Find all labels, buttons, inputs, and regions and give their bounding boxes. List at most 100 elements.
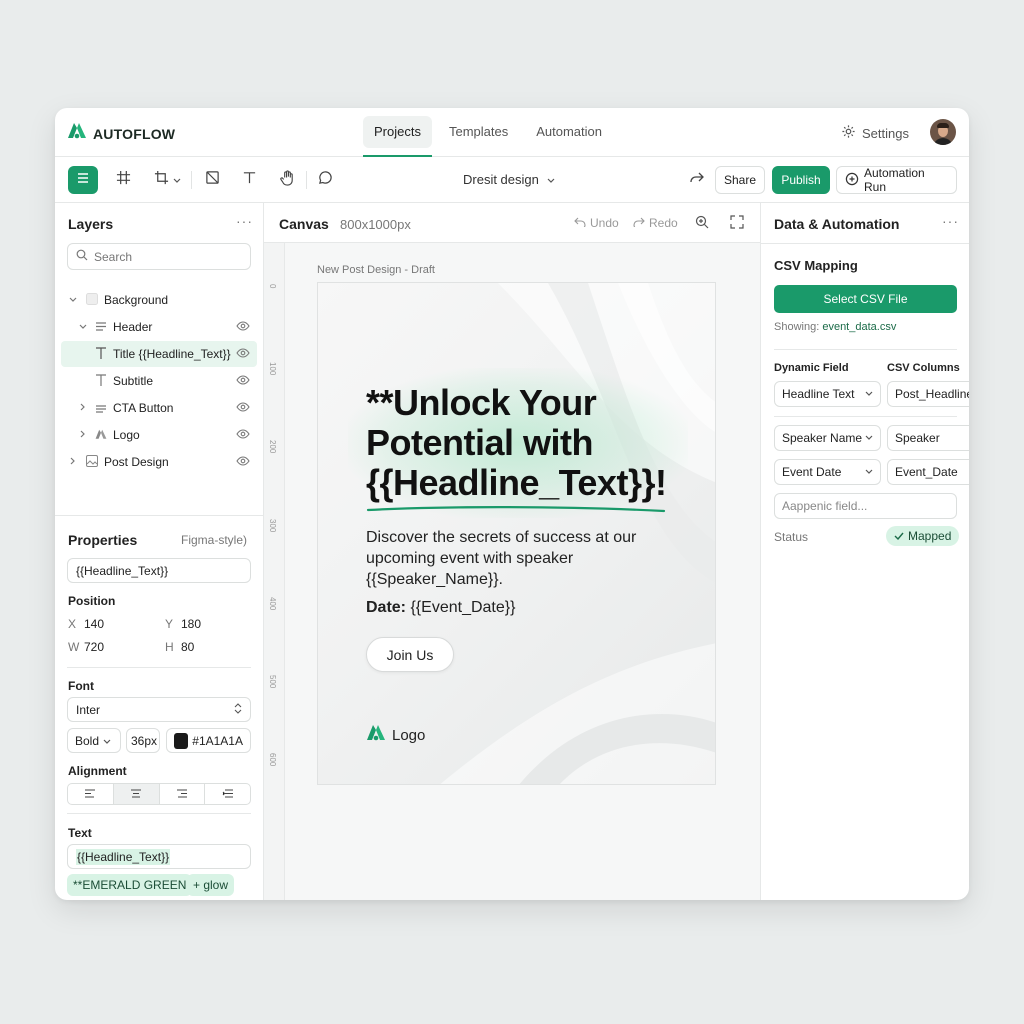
fit-screen-button[interactable]	[730, 215, 744, 232]
layers-more-icon[interactable]: ···	[236, 213, 253, 229]
brand[interactable]: AUTOFLOW	[67, 122, 175, 145]
effect-chip[interactable]: + glow	[187, 874, 235, 896]
align-right-button[interactable]	[160, 784, 206, 804]
dynamic-field-select[interactable]: Headline Text	[774, 381, 881, 407]
csv-column-select[interactable]: Post_Headline	[887, 381, 969, 407]
grid-hash-icon	[116, 170, 131, 190]
align-justify-button[interactable]	[205, 784, 250, 804]
text-tool[interactable]	[239, 166, 259, 194]
hand-icon	[279, 169, 295, 191]
frame-tool[interactable]	[113, 166, 133, 194]
align-left-button[interactable]	[68, 784, 114, 804]
hand-tool[interactable]	[277, 166, 297, 194]
dynamic-field-select[interactable]: Speaker Name	[774, 425, 881, 451]
share-arrow-button[interactable]	[687, 166, 707, 194]
artboard[interactable]: **Unlock Your Potential with {{Headline_…	[317, 282, 716, 785]
lines-icon	[95, 403, 107, 417]
text-value-field[interactable]: {{Headline_Text}}	[67, 844, 251, 869]
layer-name-field[interactable]: {{Headline_Text}}	[67, 558, 251, 583]
color-swatch	[174, 732, 189, 749]
share-button[interactable]: Share	[715, 166, 765, 194]
alignment-label: Alignment	[68, 764, 127, 778]
comment-tool[interactable]	[315, 166, 335, 194]
layer-label: Logo	[113, 428, 140, 442]
nav-tabs: Projects Templates Automation	[363, 116, 613, 157]
app-window: AUTOFLOW Projects Templates Automation S…	[55, 108, 969, 900]
redo-button[interactable]: Redo	[633, 216, 678, 230]
headline-text[interactable]: **Unlock Your Potential with {{Headline_…	[366, 383, 696, 503]
chevron-right-icon[interactable]	[80, 403, 86, 414]
subtitle-text[interactable]: Discover the secrets of success at our u…	[366, 527, 656, 590]
font-family-select[interactable]: Inter	[67, 697, 251, 722]
check-icon	[894, 529, 904, 543]
tab-templates[interactable]: Templates	[438, 116, 519, 148]
tab-projects[interactable]: Projects	[363, 116, 432, 157]
eye-icon[interactable]	[236, 347, 250, 361]
updown-chevron-icon	[234, 702, 242, 717]
canvas-area: Canvas 800x1000px Undo Redo 0 100 200 30…	[264, 203, 760, 900]
layer-subtitle[interactable]: Subtitle	[61, 368, 257, 394]
undo-button[interactable]: Undo	[574, 216, 619, 230]
layer-label: Post Design	[104, 455, 169, 469]
eye-icon[interactable]	[236, 455, 250, 469]
search-placeholder: Search	[94, 249, 133, 264]
tab-automation[interactable]: Automation	[525, 116, 613, 148]
csv-column-select[interactable]: Event_Date	[887, 459, 969, 485]
dynamic-field-select[interactable]: Event Date	[774, 459, 881, 485]
font-weight-select[interactable]: Bold	[67, 728, 121, 753]
showing-label: Showing:	[774, 321, 820, 333]
csv-column-value: Speaker	[895, 431, 940, 445]
cta-button[interactable]: Join Us	[366, 637, 454, 672]
w-value[interactable]: W 720	[68, 640, 104, 654]
ruler-label: 500	[268, 675, 277, 689]
font-size-field[interactable]: 36px	[126, 728, 160, 753]
chevron-right-icon[interactable]	[70, 457, 76, 468]
font-color-field[interactable]: #1A1A1A	[166, 728, 251, 753]
eye-icon[interactable]	[236, 374, 250, 388]
layer-title[interactable]: Title {{Headline_Text}}	[61, 341, 257, 367]
artboard-logo[interactable]: Logo	[366, 724, 425, 746]
layer-post-design[interactable]: Post Design	[61, 449, 257, 475]
document-name-dropdown[interactable]: Dresit design	[463, 172, 555, 187]
csv-column-select[interactable]: Speaker	[887, 425, 969, 451]
chevron-right-icon[interactable]	[80, 430, 86, 441]
alignment-group	[67, 783, 251, 805]
zoom-button[interactable]	[695, 215, 709, 232]
dynamic-field-value: Event Date	[782, 465, 842, 479]
eye-icon[interactable]	[236, 320, 250, 334]
avatar[interactable]	[930, 119, 956, 145]
layer-header[interactable]: Header	[61, 314, 257, 340]
slice-tool[interactable]	[202, 166, 222, 194]
publish-button[interactable]: Publish	[772, 166, 830, 194]
eye-icon[interactable]	[236, 428, 250, 442]
automation-run-button[interactable]: Automation Run	[836, 166, 957, 194]
font-label: Font	[68, 679, 94, 693]
eye-icon[interactable]	[236, 401, 250, 415]
rectangle-icon	[86, 293, 98, 308]
chevron-down-icon[interactable]	[69, 295, 77, 306]
layer-background[interactable]: Background	[61, 287, 257, 313]
layers-search[interactable]: Search	[67, 243, 251, 270]
crop-tool[interactable]	[151, 166, 183, 194]
color-chip[interactable]: **EMERALD GREEN	[67, 874, 193, 896]
logo-label: Logo	[392, 726, 426, 744]
align-center-button[interactable]	[113, 784, 160, 804]
menu-button[interactable]	[68, 166, 98, 194]
h-value[interactable]: H 80	[165, 640, 194, 654]
x-value[interactable]: X 140	[68, 617, 104, 631]
y-value[interactable]: Y 180	[165, 617, 201, 631]
select-csv-button[interactable]: Select CSV File	[774, 285, 957, 313]
layer-cta-button[interactable]: CTA Button	[61, 395, 257, 421]
ruler-label: 100	[268, 362, 277, 376]
data-panel-more-icon[interactable]: ···	[942, 213, 959, 229]
layer-logo[interactable]: Logo	[61, 422, 257, 448]
date-line[interactable]: Date: {{Event_Date}}	[366, 599, 515, 617]
settings-button[interactable]: Settings	[841, 124, 909, 142]
dynamic-field-value: Speaker Name	[782, 431, 863, 445]
text-label: Text	[68, 826, 92, 840]
panel-divider	[55, 515, 264, 516]
chevron-down-icon[interactable]	[79, 322, 87, 333]
ruler-label: 200	[268, 440, 277, 454]
append-field-input[interactable]: Aappenic field...	[774, 493, 957, 519]
csv-mapping-title: CSV Mapping	[774, 258, 858, 273]
